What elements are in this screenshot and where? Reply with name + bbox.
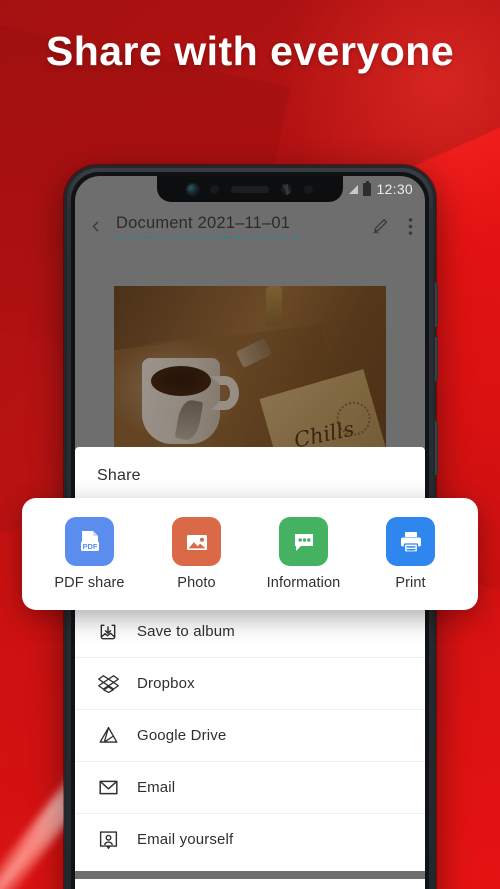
front-camera-icon (187, 183, 198, 195)
share-row-label: Dropbox (137, 675, 195, 692)
volume-up-button[interactable] (435, 283, 438, 327)
pdf-file-icon: PDF (65, 517, 114, 566)
share-row-label: Google Drive (137, 727, 227, 744)
earpiece-speaker-icon (231, 185, 269, 193)
dropbox-icon (97, 673, 119, 695)
quick-share-photo[interactable]: Photo (147, 517, 247, 591)
status-clock: 12:30 (376, 181, 413, 197)
google-drive-icon (97, 725, 119, 747)
chevron-left-icon[interactable] (87, 218, 104, 235)
envelope-icon (97, 777, 119, 799)
person-card-icon (97, 829, 119, 851)
share-row-email[interactable]: Email (75, 761, 425, 813)
share-row-save-to-album[interactable]: Save to album (75, 605, 425, 657)
quick-share-label: Print (395, 575, 426, 591)
power-button[interactable] (435, 421, 438, 475)
quick-share-print[interactable]: Print (361, 517, 461, 591)
page-title: Share with everyone (45, 28, 455, 74)
printer-icon (386, 517, 435, 566)
save-to-album-icon (97, 621, 119, 643)
quick-share-label: Photo (177, 575, 216, 591)
share-sheet-secondary-panel (75, 879, 425, 889)
light-sensor-icon (281, 183, 292, 195)
battery-icon (363, 180, 372, 196)
more-vertical-icon[interactable] (408, 217, 413, 236)
volume-down-button[interactable] (435, 337, 438, 381)
quick-share-label: PDF share (54, 575, 125, 591)
speech-bubble-icon (279, 517, 328, 566)
proximity-sensor-icon (210, 184, 219, 194)
share-row-dropbox[interactable]: Dropbox (75, 657, 425, 709)
page-title-document: Document 2021–11–01 (116, 214, 291, 232)
share-row-email-yourself[interactable]: Email yourself (75, 813, 425, 865)
promo-screenshot: Share with everyone 12:30 Document 2021–… (0, 0, 500, 889)
quick-share-information[interactable]: Information (254, 517, 354, 591)
pencil-icon[interactable] (371, 217, 390, 236)
phone-notch (157, 176, 343, 202)
image-icon (172, 517, 221, 566)
title-dashed-underline (116, 236, 299, 238)
quick-share-label: Information (266, 575, 341, 591)
document-title-block[interactable]: Document 2021–11–01 (116, 214, 371, 238)
signal-triangle-icon (349, 184, 359, 194)
share-target-list: Save to album Dropbox Google Drive Email… (75, 605, 425, 871)
svg-text:PDF: PDF (82, 542, 97, 551)
share-sheet-title: Share (97, 467, 141, 484)
share-row-label: Email yourself (137, 831, 234, 848)
share-row-label: Save to album (137, 623, 235, 640)
app-header: Document 2021–11–01 (75, 202, 425, 250)
quick-share-pdf[interactable]: PDF PDF share (40, 517, 140, 591)
sheet-divider-gap (75, 871, 425, 879)
share-row-google-drive[interactable]: Google Drive (75, 709, 425, 761)
secondary-sensor-icon (304, 184, 313, 194)
share-row-label: Email (137, 779, 176, 796)
quick-share-card: PDF PDF share Photo Information Print (22, 498, 478, 610)
